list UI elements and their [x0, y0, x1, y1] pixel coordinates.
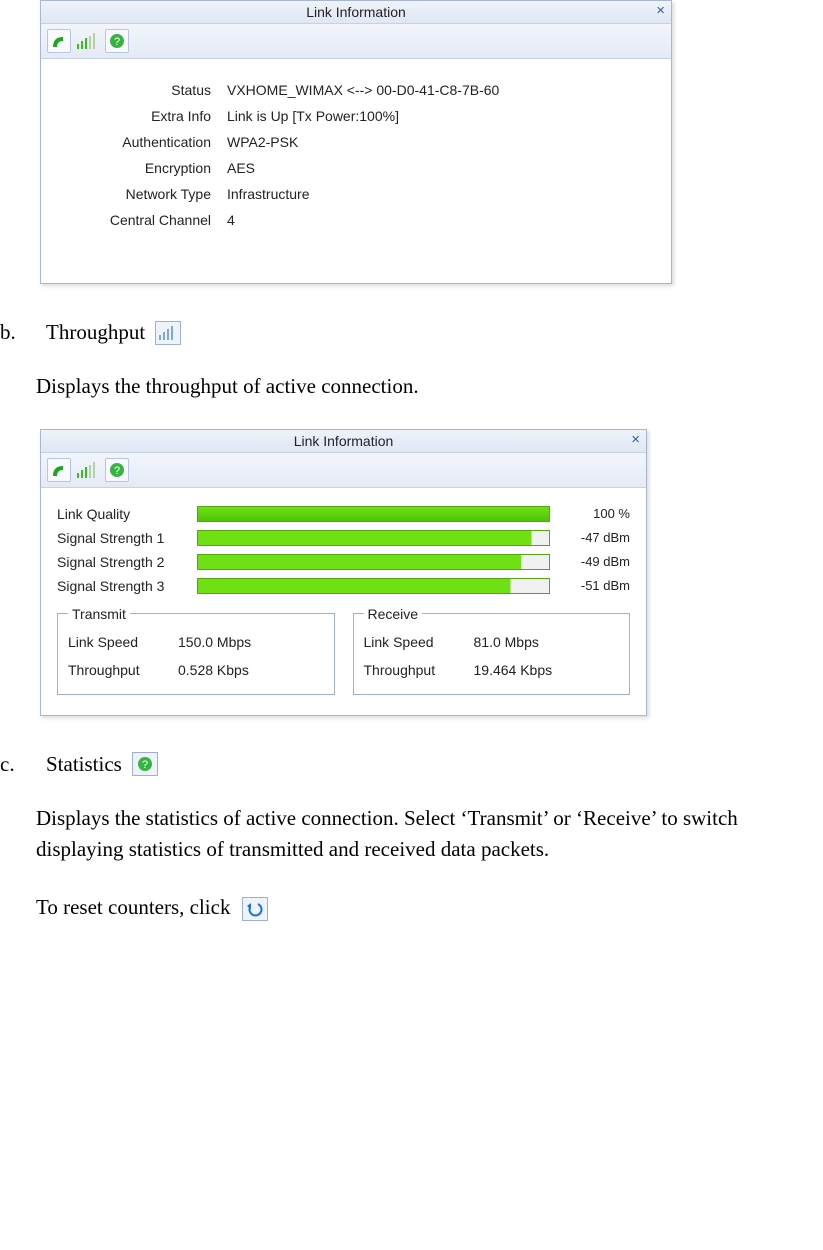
- field-label: Central Channel: [61, 212, 227, 228]
- field-label: Throughput: [68, 662, 178, 678]
- close-icon[interactable]: ×: [656, 2, 665, 19]
- field-value: 0.528 Kbps: [178, 662, 324, 678]
- close-icon[interactable]: ×: [631, 431, 640, 448]
- signal-bars-icon[interactable]: [77, 30, 99, 52]
- section-title: Statistics: [46, 752, 122, 777]
- signal-label: Signal Strength 3: [57, 578, 187, 594]
- signal-value: -51 dBm: [560, 578, 630, 593]
- field-value: Infrastructure: [227, 186, 651, 202]
- field-value: WPA2-PSK: [227, 134, 651, 150]
- signal-row: Signal Strength 3 -51 dBm: [57, 574, 630, 598]
- field-label: Network Type: [61, 186, 227, 202]
- status-row: Central Channel 4: [61, 207, 651, 233]
- field-label: Status: [61, 82, 227, 98]
- titlebar: Link Information ×: [41, 430, 646, 453]
- field-label: Extra Info: [61, 108, 227, 124]
- field-value: AES: [227, 160, 651, 176]
- toolbar: ?: [41, 24, 671, 59]
- list-marker: b.: [0, 320, 36, 345]
- section-statistics: c. Statistics ? Displays the statistics …: [0, 752, 813, 924]
- wifi-status-icon[interactable]: [47, 458, 71, 482]
- status-row: Authentication WPA2-PSK: [61, 129, 651, 155]
- reset-undo-icon[interactable]: [242, 897, 268, 921]
- section-desc: Displays the statistics of active connec…: [36, 803, 796, 866]
- reset-line: To reset counters, click: [36, 892, 796, 924]
- wifi-status-icon[interactable]: [47, 29, 71, 53]
- signal-bar: [197, 506, 550, 522]
- throughput-bars-icon: [155, 321, 181, 345]
- svg-text:?: ?: [142, 759, 148, 771]
- signal-label: Signal Strength 2: [57, 554, 187, 570]
- status-row: Status VXHOME_WIMAX <--> 00-D0-41-C8-7B-…: [61, 77, 651, 103]
- svg-text:?: ?: [114, 36, 120, 48]
- signal-label: Link Quality: [57, 506, 187, 522]
- toolbar: ?: [41, 453, 646, 488]
- signal-bars-icon[interactable]: [77, 459, 99, 481]
- signal-value: -47 dBm: [560, 530, 630, 545]
- reset-text: To reset counters, click: [36, 895, 230, 919]
- field-label: Link Speed: [68, 634, 178, 650]
- signal-value: 100 %: [560, 506, 630, 521]
- group-row: Link Speed 150.0 Mbps: [68, 628, 324, 656]
- link-info-window-status: Link Information × ? Status: [40, 0, 672, 284]
- field-label: Encryption: [61, 160, 227, 176]
- group-legend: Receive: [364, 606, 423, 622]
- field-value: Link is Up [Tx Power:100%]: [227, 108, 651, 124]
- statistics-help-icon: ?: [132, 752, 158, 776]
- signal-bar: [197, 578, 550, 594]
- status-row: Encryption AES: [61, 155, 651, 181]
- list-marker: c.: [0, 752, 36, 777]
- field-value: 81.0 Mbps: [474, 634, 620, 650]
- window-title: Link Information: [294, 433, 394, 449]
- link-info-window-throughput: Link Information × ? Link Q: [40, 429, 647, 716]
- group-legend: Transmit: [68, 606, 130, 622]
- field-value: 4: [227, 212, 651, 228]
- receive-group: Receive Link Speed 81.0 Mbps Throughput …: [353, 606, 631, 695]
- section-desc: Displays the throughput of active connec…: [36, 371, 796, 403]
- field-label: Link Speed: [364, 634, 474, 650]
- field-label: Authentication: [61, 134, 227, 150]
- field-value: 19.464 Kbps: [474, 662, 620, 678]
- help-icon[interactable]: ?: [105, 458, 129, 482]
- section-title: Throughput: [46, 320, 145, 345]
- group-row: Throughput 0.528 Kbps: [68, 656, 324, 684]
- field-value: VXHOME_WIMAX <--> 00-D0-41-C8-7B-60: [227, 82, 651, 98]
- section-throughput: b. Throughput Displays the throughput of…: [0, 320, 813, 403]
- signal-row: Signal Strength 1 -47 dBm: [57, 526, 630, 550]
- field-label: Throughput: [364, 662, 474, 678]
- window-title: Link Information: [306, 4, 406, 20]
- help-icon[interactable]: ?: [105, 29, 129, 53]
- group-row: Throughput 19.464 Kbps: [364, 656, 620, 684]
- signal-value: -49 dBm: [560, 554, 630, 569]
- status-row: Extra Info Link is Up [Tx Power:100%]: [61, 103, 651, 129]
- signal-label: Signal Strength 1: [57, 530, 187, 546]
- signal-row: Signal Strength 2 -49 dBm: [57, 550, 630, 574]
- group-row: Link Speed 81.0 Mbps: [364, 628, 620, 656]
- transmit-group: Transmit Link Speed 150.0 Mbps Throughpu…: [57, 606, 335, 695]
- svg-text:?: ?: [114, 465, 120, 477]
- signal-row: Link Quality 100 %: [57, 502, 630, 526]
- throughput-body: Link Quality 100 % Signal Strength 1 -47…: [41, 488, 646, 715]
- status-body: Status VXHOME_WIMAX <--> 00-D0-41-C8-7B-…: [41, 59, 671, 283]
- signal-bar: [197, 554, 550, 570]
- status-row: Network Type Infrastructure: [61, 181, 651, 207]
- titlebar: Link Information ×: [41, 1, 671, 24]
- field-value: 150.0 Mbps: [178, 634, 324, 650]
- signal-bar: [197, 530, 550, 546]
